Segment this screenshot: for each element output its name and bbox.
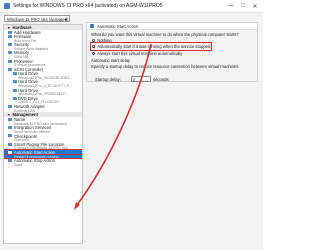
radio-auto-start-if-running[interactable]: Automatically start if it was running wh… — [89, 42, 213, 51]
startup-delay-input[interactable]: 0 — [131, 76, 151, 82]
bottom-bar — [0, 244, 263, 250]
radio-indicator — [92, 38, 96, 43]
group-header: Automatic Start Action — [87, 23, 257, 30]
settings-window: Settings for WINDOWS 11 PRO x64 (activat… — [0, 0, 263, 250]
delay-label: Startup delay: — [95, 77, 121, 82]
name-icon — [8, 118, 12, 122]
radio-nothing[interactable]: Nothing — [92, 38, 112, 43]
tree-item-label: Save — [14, 162, 23, 167]
automatic-stop-icon — [8, 159, 12, 162]
radio-label: Nothing — [97, 38, 112, 43]
tree-item-label: External LAN — [14, 108, 36, 113]
minimize-button[interactable]: — — [225, 0, 237, 12]
automatic-start-icon — [90, 24, 94, 28]
window-controls: — □ ✕ — [225, 0, 261, 12]
radio-indicator — [92, 44, 96, 49]
settings-tree: ▼ Hardware Add Hardware Firmware Boot from… — [3, 24, 83, 244]
radio-indicator — [92, 51, 96, 56]
scsi-controller-icon — [8, 67, 12, 71]
close-button[interactable]: ✕ — [249, 0, 261, 12]
tree-item-detail[interactable]: Save — [4, 163, 82, 167]
window-title: Settings for WINDOWS 11 PRO x64 (activat… — [13, 3, 163, 9]
chevron-down-icon: ▼ — [7, 112, 11, 117]
app-icon — [4, 3, 10, 9]
group-title: Automatic Start Action — [97, 23, 139, 29]
processor-icon — [8, 59, 12, 63]
radio-label: Always start this virtual machine automa… — [97, 51, 183, 56]
hard-drive-icon — [13, 72, 17, 76]
chevron-down-icon: ▼ — [7, 25, 11, 30]
vm-selector-value: Windows 11 PRO x64 (activated) — [7, 17, 69, 22]
radio-always-start[interactable]: Always start this virtual machine automa… — [92, 51, 182, 56]
hard-drive-icon — [13, 80, 17, 84]
add-hardware-icon — [8, 30, 12, 34]
hard-drive-icon — [13, 88, 17, 92]
delay-unit: seconds — [153, 77, 169, 82]
smart-paging-icon — [8, 142, 12, 146]
chevron-down-icon: ▼ — [64, 17, 68, 22]
automatic-start-action-group: Automatic Start Action What do you want … — [86, 22, 258, 82]
maximize-button[interactable]: □ — [237, 0, 249, 12]
checkpoints-icon — [8, 134, 12, 138]
integration-services-icon — [8, 126, 12, 130]
tree-item-detail[interactable]: External LAN — [4, 109, 82, 113]
radio-label: Automatically start if it was running wh… — [97, 44, 211, 49]
dvd-drive-icon — [13, 96, 17, 100]
settings-panel: Automatic Start Action What do you want … — [86, 22, 259, 244]
automatic-start-icon — [8, 150, 12, 154]
security-icon — [8, 43, 12, 47]
title-bar: Settings for WINDOWS 11 PRO x64 (activat… — [0, 0, 263, 13]
delay-description: Specify a startup delay to reduce resour… — [91, 64, 240, 69]
delay-title: Automatic start delay — [91, 58, 131, 63]
vm-selector-dropdown[interactable]: Windows 11 PRO x64 (activated) ▼ — [4, 15, 70, 22]
network-adapter-icon — [8, 104, 12, 108]
memory-icon — [8, 51, 12, 55]
question-text: What do you want this virtual machine to… — [91, 32, 239, 37]
firmware-icon — [8, 34, 12, 38]
